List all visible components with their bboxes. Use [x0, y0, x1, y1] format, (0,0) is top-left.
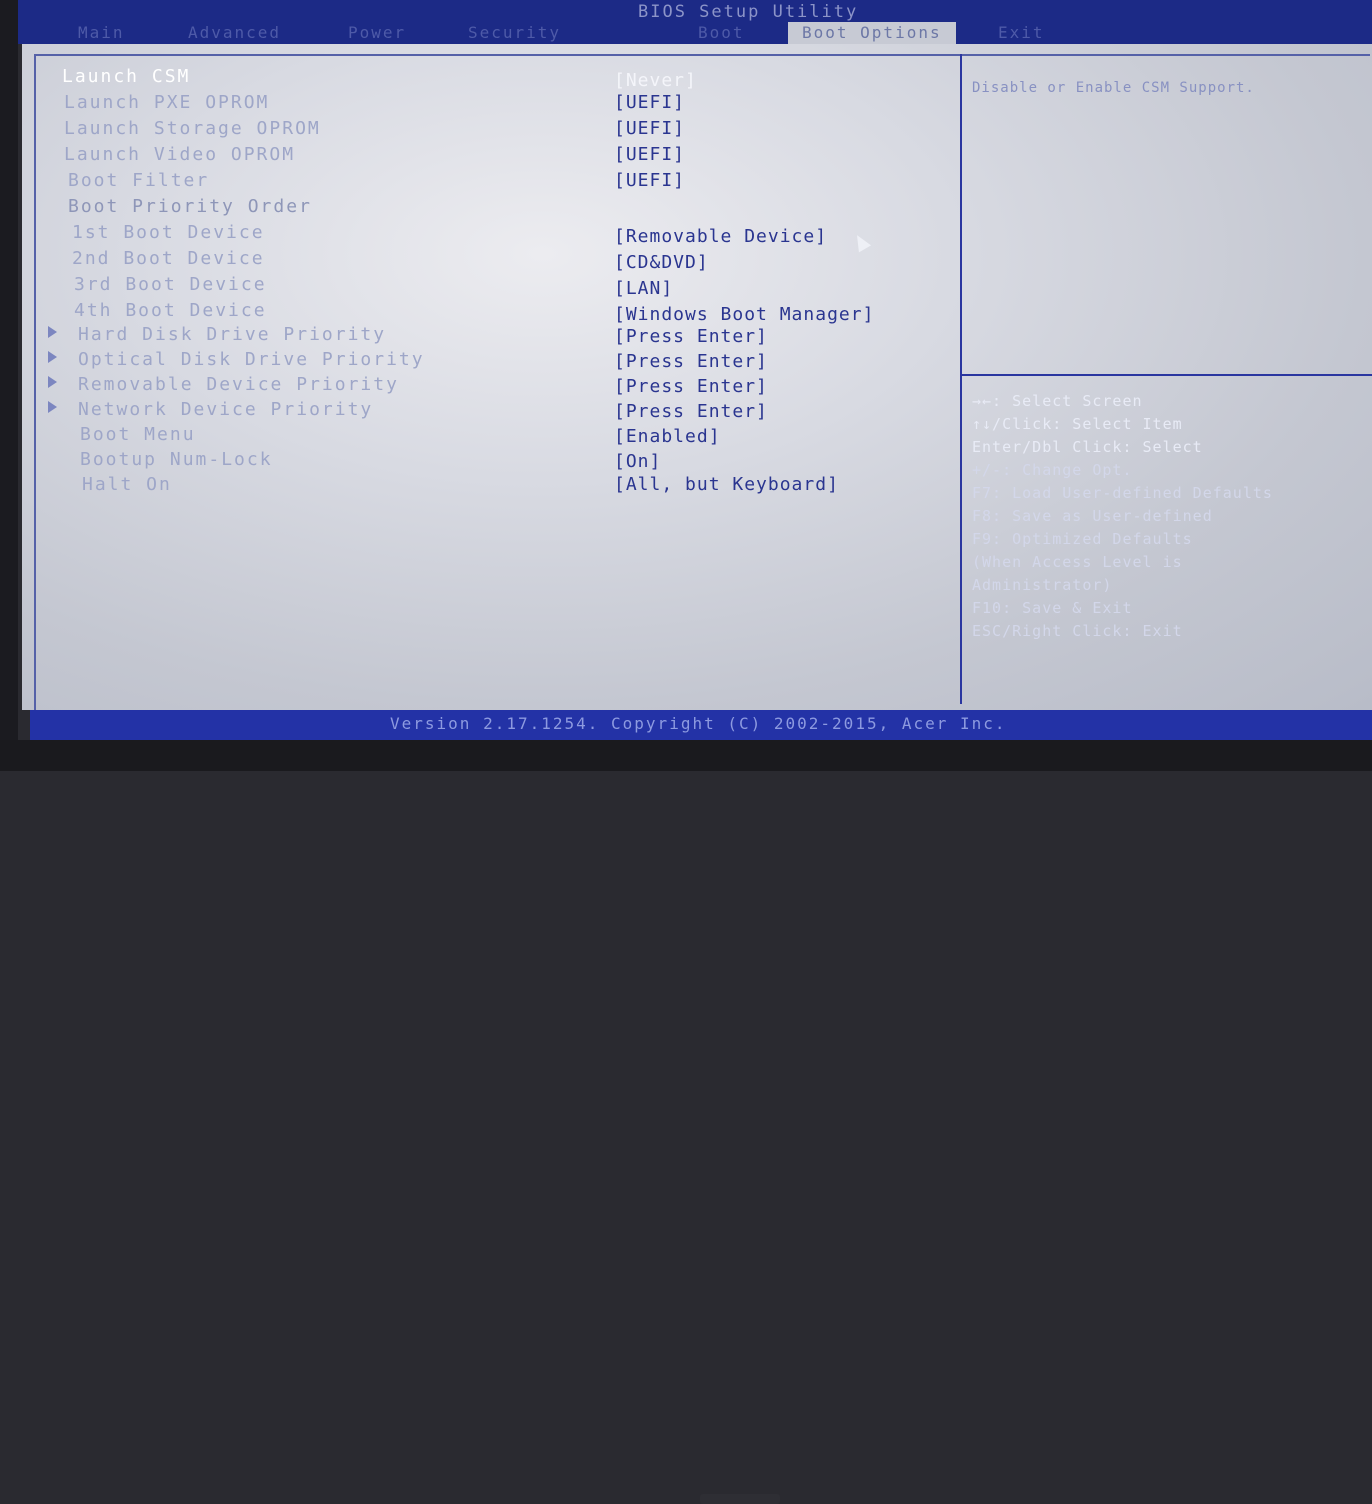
boot-priority-order-header: Boot Priority Order	[22, 196, 952, 220]
key-hint: ↑↓/Click: Select Item	[972, 415, 1183, 433]
key-hint: Enter/Dbl Click: Select	[972, 438, 1203, 456]
key-hint: Administrator)	[972, 576, 1113, 594]
setting-value[interactable]: [Enabled]	[614, 426, 721, 447]
tab-security[interactable]: Security	[468, 22, 561, 44]
key-hint: ESC/Right Click: Exit	[972, 622, 1183, 640]
help-description: Disable or Enable CSM Support.	[972, 80, 1255, 96]
setting-value[interactable]: [Press Enter]	[614, 376, 768, 397]
section-heading: Boot Priority Order	[68, 196, 312, 217]
key-hint: F10: Save & Exit	[972, 599, 1133, 617]
tab-bar: Main Advanced Power Security Boot Boot O…	[78, 22, 1368, 44]
setting-label: Launch Storage OPROM	[64, 118, 321, 139]
submenu-network-device-priority[interactable]: Network Device Priority [Press Enter]	[22, 399, 952, 423]
key-hint: F8: Save as User-defined	[972, 507, 1213, 525]
setting-label: Boot Filter	[68, 170, 210, 191]
setting-launch-video-oprom[interactable]: Launch Video OPROM [UEFI]	[22, 144, 952, 168]
setting-label: Network Device Priority	[78, 399, 374, 420]
setting-label: Launch Video OPROM	[64, 144, 296, 165]
top-menu-bar: BIOS Setup Utility Main Advanced Power S…	[18, 0, 1372, 44]
panel-divider	[960, 54, 962, 704]
setting-label: Removable Device Priority	[78, 374, 399, 395]
setting-value[interactable]: [Press Enter]	[614, 401, 768, 422]
setting-launch-pxe-oprom[interactable]: Launch PXE OPROM [UEFI]	[22, 92, 952, 116]
setting-label: Halt On	[82, 474, 172, 495]
setting-value[interactable]: [On]	[614, 451, 661, 472]
tab-main[interactable]: Main	[78, 22, 125, 44]
setting-label: 2nd Boot Device	[72, 248, 265, 269]
tab-power[interactable]: Power	[348, 22, 406, 44]
setting-launch-csm[interactable]: Launch CSM [Never]	[22, 66, 952, 91]
key-hint: →←: Select Screen	[972, 392, 1143, 410]
setting-value[interactable]: [Windows Boot Manager]	[614, 304, 874, 325]
key-hint: +/-: Change Opt.	[972, 461, 1133, 479]
setting-value[interactable]: [Removable Device]	[614, 226, 827, 247]
setting-value[interactable]: [CD&DVD]	[614, 252, 709, 273]
setting-label: Optical Disk Drive Priority	[78, 349, 425, 370]
key-hint: F7: Load User-defined Defaults	[972, 484, 1273, 502]
setting-value[interactable]: [Press Enter]	[614, 326, 768, 347]
submenu-removable-device-priority[interactable]: Removable Device Priority [Press Enter]	[22, 374, 952, 398]
monitor-logo	[700, 1494, 780, 1504]
setting-label: Hard Disk Drive Priority	[78, 324, 387, 345]
setting-value[interactable]: [Press Enter]	[614, 351, 768, 372]
setting-value[interactable]: [Never]	[614, 70, 697, 91]
setting-3rd-boot-device[interactable]: 3rd Boot Device [LAN]	[22, 274, 952, 299]
bios-screen: Launch CSM [Never] Launch PXE OPROM [UEF…	[22, 44, 1372, 734]
setting-label: 3rd Boot Device	[74, 274, 267, 295]
submenu-arrow-icon	[48, 376, 57, 388]
submenu-optical-disk-drive-priority[interactable]: Optical Disk Drive Priority [Press Enter…	[22, 349, 952, 373]
setting-label: Boot Menu	[80, 424, 196, 445]
setting-value[interactable]: [All, but Keyboard]	[614, 474, 839, 495]
setting-halt-on[interactable]: Halt On [All, but Keyboard]	[22, 474, 952, 498]
submenu-hard-disk-drive-priority[interactable]: Hard Disk Drive Priority [Press Enter]	[22, 324, 952, 348]
setting-4th-boot-device[interactable]: 4th Boot Device [Windows Boot Manager]	[22, 300, 952, 325]
window-title: BIOS Setup Utility	[638, 2, 859, 22]
footer-bar: Version 2.17.1254. Copyright (C) 2002-20…	[30, 710, 1372, 740]
key-hint: F9: Optimized Defaults	[972, 530, 1193, 548]
setting-launch-storage-oprom[interactable]: Launch Storage OPROM [UEFI]	[22, 118, 952, 142]
setting-value[interactable]: [UEFI]	[614, 170, 685, 191]
submenu-arrow-icon	[48, 326, 57, 338]
setting-value[interactable]: [UEFI]	[614, 144, 685, 165]
setting-label: 1st Boot Device	[72, 222, 265, 243]
setting-value[interactable]: [UEFI]	[614, 92, 685, 113]
version-text: Version 2.17.1254. Copyright (C) 2002-20…	[390, 714, 1007, 733]
setting-label: Launch CSM	[62, 66, 191, 87]
tab-boot[interactable]: Boot	[698, 22, 745, 44]
setting-label: Bootup Num-Lock	[80, 449, 273, 470]
setting-label: Launch PXE OPROM	[64, 92, 270, 113]
setting-label: 4th Boot Device	[74, 300, 267, 321]
setting-1st-boot-device[interactable]: 1st Boot Device [Removable Device]	[22, 222, 952, 247]
setting-bootup-num-lock[interactable]: Bootup Num-Lock [On]	[22, 449, 952, 473]
key-hint: (When Access Level is	[972, 553, 1183, 571]
setting-boot-filter[interactable]: Boot Filter [UEFI]	[22, 170, 952, 194]
setting-value[interactable]: [LAN]	[614, 278, 673, 299]
monitor-bezel-left	[0, 0, 18, 771]
help-divider	[962, 374, 1372, 376]
submenu-arrow-icon	[48, 401, 57, 413]
monitor-bezel-bottom	[0, 740, 1372, 1504]
tab-advanced[interactable]: Advanced	[188, 22, 281, 44]
tab-boot-options[interactable]: Boot Options	[788, 22, 956, 44]
setting-boot-menu[interactable]: Boot Menu [Enabled]	[22, 424, 952, 448]
tab-exit[interactable]: Exit	[998, 22, 1045, 44]
setting-2nd-boot-device[interactable]: 2nd Boot Device [CD&DVD]	[22, 248, 952, 273]
submenu-arrow-icon	[48, 351, 57, 363]
setting-value[interactable]: [UEFI]	[614, 118, 685, 139]
key-legend: →←: Select Screen ↑↓/Click: Select Item …	[972, 390, 1372, 643]
